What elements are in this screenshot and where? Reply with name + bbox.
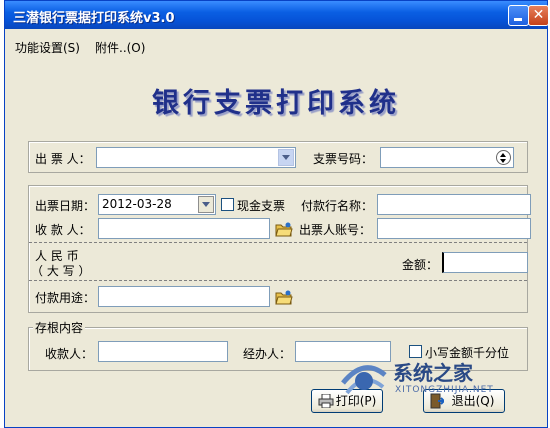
stub-payee-input[interactable] <box>98 341 228 362</box>
cheque-number-label: 支票号码： <box>313 152 374 166</box>
amount-label: 金额： <box>402 258 439 272</box>
separator <box>29 280 527 281</box>
minimize-button[interactable] <box>508 5 529 26</box>
drawer-label: 出 票 人： <box>35 152 91 166</box>
stub-payee-label: 收款人： <box>45 347 94 361</box>
menu-attachments[interactable]: 附件..(O) <box>95 39 145 56</box>
payee-input[interactable] <box>98 218 270 239</box>
watermark-subtext: XITONGZHIJIA.NET <box>395 385 494 395</box>
close-button[interactable]: ✕ <box>528 5 549 26</box>
issue-date-label: 出票日期： <box>35 199 96 213</box>
watermark: 系统之家 XITONGZHIJIA.NET <box>335 351 525 411</box>
chevron-down-icon[interactable] <box>278 149 294 166</box>
title-bar[interactable]: 三潜银行票据打印系统v3.0 ✕ <box>5 1 549 29</box>
stub-handler-label: 经办人： <box>243 347 292 361</box>
app-title: 银行支票打印系统 <box>152 88 400 119</box>
menu-bar: 功能设置(S) 附件..(O) <box>5 39 547 59</box>
payer-bank-input[interactable] <box>377 194 531 215</box>
folder-open-icon[interactable] <box>275 220 293 238</box>
payer-bank-label: 付款行名称： <box>301 199 374 213</box>
drawer-account-label: 出票人账号： <box>299 223 372 237</box>
cash-cheque-label: 现金支票 <box>237 199 286 213</box>
drawer-select[interactable] <box>96 147 296 168</box>
amount-input[interactable] <box>442 252 528 273</box>
main-window: 三潜银行票据打印系统v3.0 ✕ 功能设置(S) 附件..(O) 银行支票打印系… <box>4 0 549 428</box>
spinner-icon[interactable] <box>496 150 511 165</box>
drawer-account-input[interactable] <box>377 218 531 239</box>
window-title: 三潜银行票据打印系统v3.0 <box>13 11 175 26</box>
chevron-down-icon[interactable] <box>198 196 214 213</box>
stub-legend: 存根内容 <box>33 319 86 336</box>
watermark-logo-icon <box>341 365 387 395</box>
folder-open-icon[interactable] <box>275 288 293 306</box>
printer-icon <box>318 394 334 408</box>
watermark-text: 系统之家 <box>393 361 473 385</box>
cash-cheque-checkbox[interactable] <box>221 198 234 211</box>
payee-label: 收 款 人： <box>35 223 91 237</box>
separator <box>29 242 527 243</box>
issue-date-value: 2012-03-28 <box>102 197 172 211</box>
menu-settings[interactable]: 功能设置(S) <box>15 39 80 56</box>
purpose-label: 付款用途： <box>35 291 96 305</box>
purpose-input[interactable] <box>98 286 270 307</box>
amount-words-line2: （ 大 写 ） <box>31 264 91 278</box>
cheque-number-input[interactable] <box>380 147 514 168</box>
issue-date-picker[interactable]: 2012-03-28 <box>98 194 216 215</box>
